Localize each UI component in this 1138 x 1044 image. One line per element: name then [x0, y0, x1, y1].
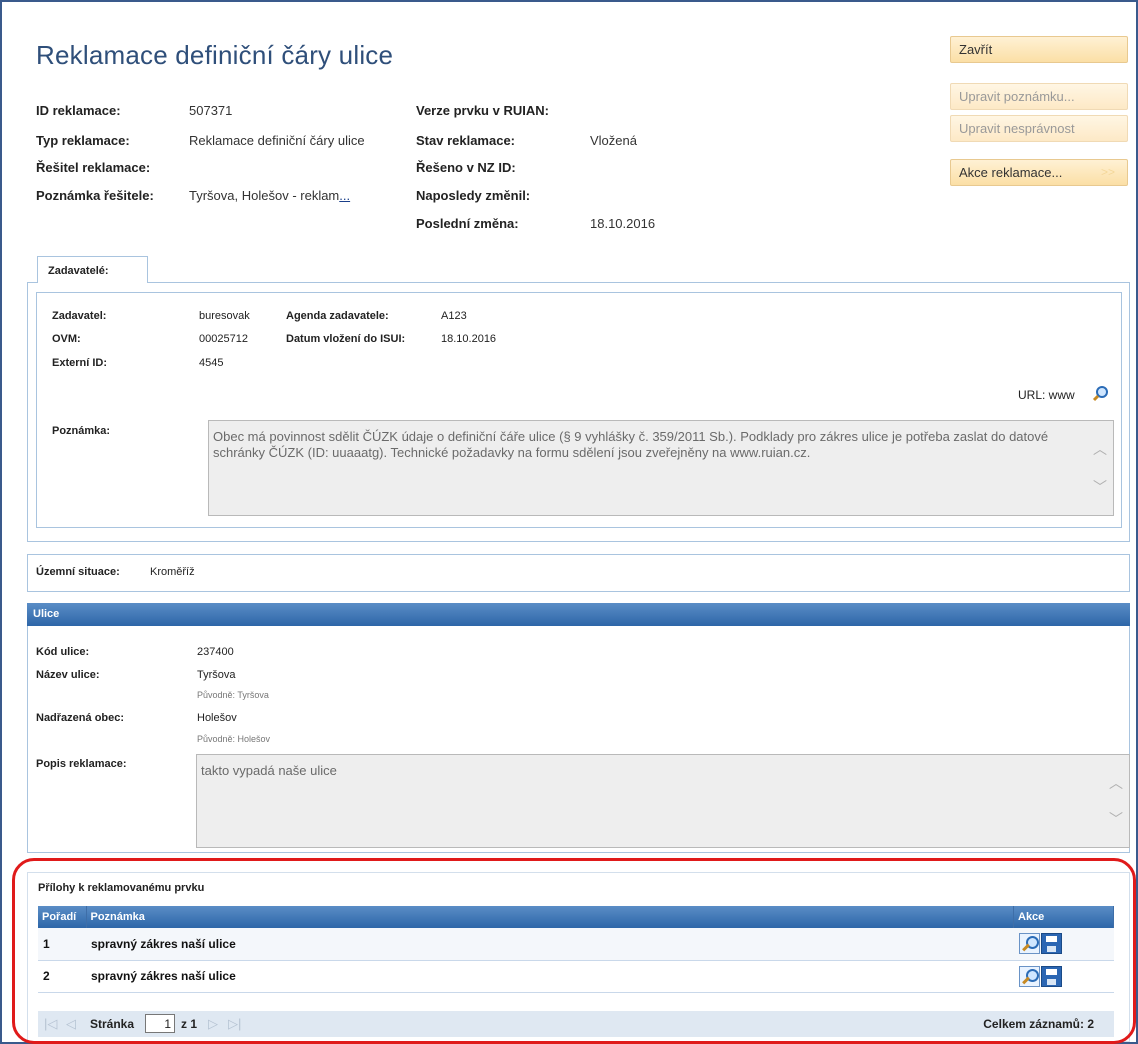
edit-note-button[interactable]: Upravit poznámku...: [950, 83, 1128, 110]
obec-original: Původně: Holešov: [197, 734, 271, 744]
magnifier-icon[interactable]: [1092, 385, 1110, 403]
posledni-label: Poslední změna:: [416, 216, 519, 231]
url-label: URL: www: [1018, 388, 1075, 402]
popis-textarea[interactable]: takto vypadá naše ulice ︿ ﹀: [196, 754, 1130, 848]
obec-value: Holešov: [197, 712, 237, 724]
poznamka-more-link[interactable]: ...: [339, 188, 350, 203]
highlight-annotation: [12, 858, 1136, 1044]
poznamka-textarea[interactable]: Obec má povinnost sdělit ČÚZK údaje o de…: [208, 420, 1114, 516]
nazev-ulice-label: Název ulice:: [36, 669, 100, 681]
stav-value: Vložená: [590, 133, 637, 148]
poznamka-label: Poznámka:: [52, 425, 111, 437]
poznamka-resitele-value: Tyršova, Holešov - reklam...: [189, 188, 351, 203]
scroll-down-icon[interactable]: ﹀: [1109, 811, 1123, 827]
stav-label: Stav reklamace:: [416, 133, 516, 148]
nazev-ulice-value: Tyršova: [197, 669, 236, 681]
zadavatel-value: buresovak: [199, 310, 250, 322]
ovm-value: 00025712: [199, 333, 248, 345]
obec-label: Nadřazená obec:: [36, 712, 125, 724]
externi-id-value: 4545: [199, 357, 224, 369]
reseno-label: Řešeno v NZ ID:: [416, 160, 516, 175]
uzemni-value: Kroměříž: [150, 566, 195, 578]
id-value: 507371: [189, 103, 233, 118]
zadavatel-label: Zadavatel:: [52, 310, 107, 322]
naposledy-label: Naposledy změnil:: [416, 188, 531, 203]
agenda-value: A123: [441, 310, 467, 322]
popis-text: takto vypadá naše ulice: [201, 763, 337, 778]
externi-id-label: Externí ID:: [52, 357, 108, 369]
typ-value: Reklamace definiční čáry ulice: [189, 133, 365, 148]
nazev-ulice-original: Původně: Tyršova: [197, 690, 269, 700]
kod-ulice-value: 237400: [197, 646, 234, 658]
edit-error-button[interactable]: Upravit nesprávnost: [950, 115, 1128, 142]
popis-label: Popis reklamace:: [36, 758, 127, 770]
resitel-label: Řešitel reklamace:: [36, 160, 151, 175]
typ-label: Typ reklamace:: [36, 133, 130, 148]
ovm-label: OVM:: [52, 333, 81, 345]
close-button[interactable]: Zavřít: [950, 36, 1128, 63]
complaint-actions-button[interactable]: Akce reklamace... >>: [950, 159, 1128, 186]
id-label: ID reklamace:: [36, 103, 121, 118]
datum-label: Datum vložení do ISUI:: [286, 333, 406, 345]
scroll-down-icon[interactable]: ﹀: [1093, 479, 1107, 495]
double-chevron-right-icon: >>: [1100, 165, 1115, 179]
kod-ulice-label: Kód ulice:: [36, 646, 90, 658]
page-title: Reklamace definiční čáry ulice: [36, 40, 394, 70]
tab-zadavatele[interactable]: Zadavatelé:: [37, 256, 148, 283]
datum-value: 18.10.2016: [441, 333, 497, 345]
verze-label: Verze prvku v RUIAN:: [416, 103, 549, 118]
poznamka-text: Obec má povinnost sdělit ČÚZK údaje o de…: [213, 429, 1049, 460]
agenda-label: Agenda zadavatele:: [286, 310, 389, 322]
scroll-up-icon[interactable]: ︿: [1109, 775, 1123, 791]
scroll-up-icon[interactable]: ︿: [1093, 441, 1107, 457]
complaint-actions-label: Akce reklamace...: [959, 165, 1063, 180]
posledni-value: 18.10.2016: [590, 216, 656, 231]
poznamka-resitele-label: Poznámka řešitele:: [36, 188, 154, 203]
uzemni-label: Územní situace:: [36, 566, 120, 578]
ulice-section-header: Ulice: [27, 603, 1130, 626]
